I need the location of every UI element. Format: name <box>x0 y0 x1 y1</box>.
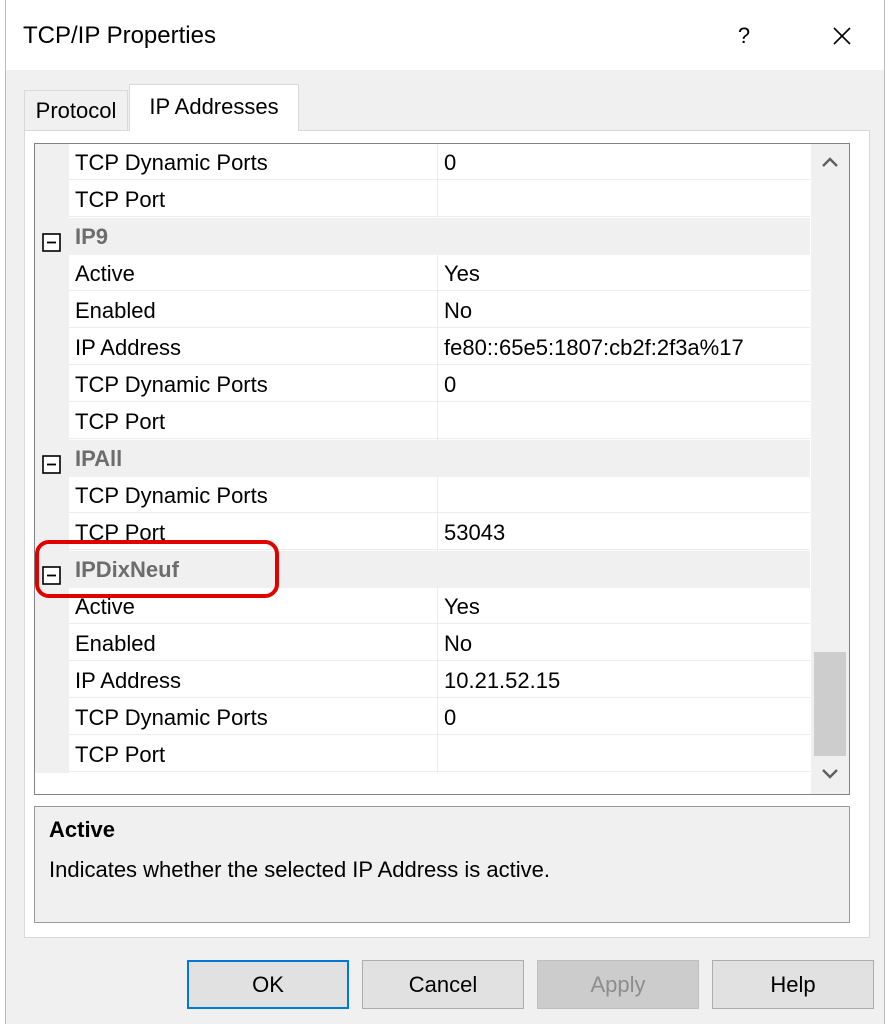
property-row[interactable]: TCP Dynamic Ports 0 <box>35 144 810 181</box>
property-value[interactable]: No <box>438 625 810 661</box>
row-gutter <box>35 699 69 736</box>
collapse-icon[interactable] <box>42 559 61 585</box>
tab-ip-addresses[interactable]: IP Addresses <box>129 84 299 131</box>
category-name: IP9 <box>75 224 109 249</box>
property-row[interactable]: Active Yes <box>35 255 810 292</box>
row-gutter <box>35 403 69 440</box>
property-value[interactable]: fe80::65e5:1807:cb2f:2f3a%17 <box>438 329 810 365</box>
help-title-button[interactable]: ? <box>724 18 764 54</box>
row-gutter <box>35 181 69 218</box>
scroll-thumb[interactable] <box>814 652 846 756</box>
property-name: TCP Dynamic Ports <box>69 699 437 735</box>
property-name: TCP Port <box>69 403 437 439</box>
property-name: Active <box>69 255 437 291</box>
help-button[interactable]: Help <box>712 960 874 1009</box>
category-name: IPAll <box>75 446 123 471</box>
property-row[interactable]: TCP Port <box>35 181 810 218</box>
property-name: IP Address <box>69 329 437 365</box>
property-value[interactable] <box>438 736 810 772</box>
category-name: IPDixNeuf <box>75 557 179 582</box>
row-gutter <box>35 736 69 773</box>
chevron-down-icon <box>822 769 838 779</box>
row-gutter <box>35 292 69 329</box>
scroll-up-button[interactable] <box>811 144 849 182</box>
scroll-down-button[interactable] <box>811 756 849 794</box>
property-value[interactable]: 53043 <box>438 514 810 550</box>
cancel-button[interactable]: Cancel <box>362 960 524 1009</box>
category-row[interactable]: IP9 <box>35 218 810 255</box>
close-button[interactable] <box>816 14 868 58</box>
property-value[interactable] <box>438 403 810 439</box>
property-grid[interactable]: TCP Dynamic Ports 0 TCP Port IP9 Active Yes En… <box>34 143 850 795</box>
description-panel: Active Indicates whether the selected IP… <box>34 806 850 923</box>
property-row[interactable]: TCP Dynamic Ports 0 <box>35 699 810 736</box>
close-icon <box>833 27 851 45</box>
property-value[interactable] <box>438 477 810 513</box>
property-row[interactable]: TCP Port <box>35 736 810 773</box>
collapse-icon[interactable] <box>42 448 61 474</box>
ok-button[interactable]: OK <box>187 960 349 1009</box>
property-grid-rows: TCP Dynamic Ports 0 TCP Port IP9 Active Yes En… <box>35 144 810 773</box>
property-value[interactable]: Yes <box>438 588 810 624</box>
property-name: TCP Port <box>69 181 437 217</box>
property-row[interactable]: TCP Port <box>35 403 810 440</box>
row-gutter <box>35 366 69 403</box>
property-name: TCP Dynamic Ports <box>69 477 437 513</box>
property-name: IP Address <box>69 662 437 698</box>
category-row[interactable]: IPDixNeuf <box>35 551 810 588</box>
row-gutter <box>35 588 69 625</box>
tab-protocol[interactable]: Protocol <box>24 90 128 130</box>
property-value[interactable]: Yes <box>438 255 810 291</box>
property-value[interactable]: 0 <box>438 366 810 402</box>
property-value[interactable]: No <box>438 292 810 328</box>
property-value[interactable]: 0 <box>438 699 810 735</box>
property-name: TCP Port <box>69 736 437 772</box>
row-gutter <box>35 329 69 366</box>
property-name: TCP Dynamic Ports <box>69 144 437 180</box>
property-row[interactable]: Active Yes <box>35 588 810 625</box>
row-gutter <box>35 625 69 662</box>
chevron-up-icon <box>822 157 838 167</box>
property-name: TCP Port <box>69 514 437 550</box>
description-text: Indicates whether the selected IP Addres… <box>49 857 550 882</box>
vertical-scrollbar[interactable] <box>811 144 849 794</box>
row-gutter <box>35 255 69 292</box>
property-row[interactable]: Enabled No <box>35 625 810 662</box>
property-value[interactable]: 10.21.52.15 <box>438 662 810 698</box>
row-gutter <box>35 144 69 181</box>
title-bar: TCP/IP Properties ? <box>6 0 884 70</box>
row-gutter <box>35 514 69 551</box>
property-name: TCP Dynamic Ports <box>69 366 437 402</box>
property-value[interactable] <box>438 181 810 217</box>
property-row[interactable]: IP Address fe80::65e5:1807:cb2f:2f3a%17 <box>35 329 810 366</box>
property-name: Active <box>69 588 437 624</box>
description-title: Active <box>49 817 116 842</box>
row-gutter <box>35 477 69 514</box>
apply-button[interactable]: Apply <box>537 960 699 1009</box>
property-row[interactable]: TCP Dynamic Ports 0 <box>35 366 810 403</box>
property-row[interactable]: Enabled No <box>35 292 810 329</box>
window-title: TCP/IP Properties <box>23 22 216 49</box>
property-row[interactable]: IP Address 10.21.52.15 <box>35 662 810 699</box>
property-value[interactable]: 0 <box>438 144 810 180</box>
category-row[interactable]: IPAll <box>35 440 810 477</box>
property-name: Enabled <box>69 292 437 328</box>
property-row[interactable]: TCP Port 53043 <box>35 514 810 551</box>
collapse-icon[interactable] <box>42 226 61 252</box>
property-row[interactable]: TCP Dynamic Ports <box>35 477 810 514</box>
row-gutter <box>35 662 69 699</box>
property-name: Enabled <box>69 625 437 661</box>
